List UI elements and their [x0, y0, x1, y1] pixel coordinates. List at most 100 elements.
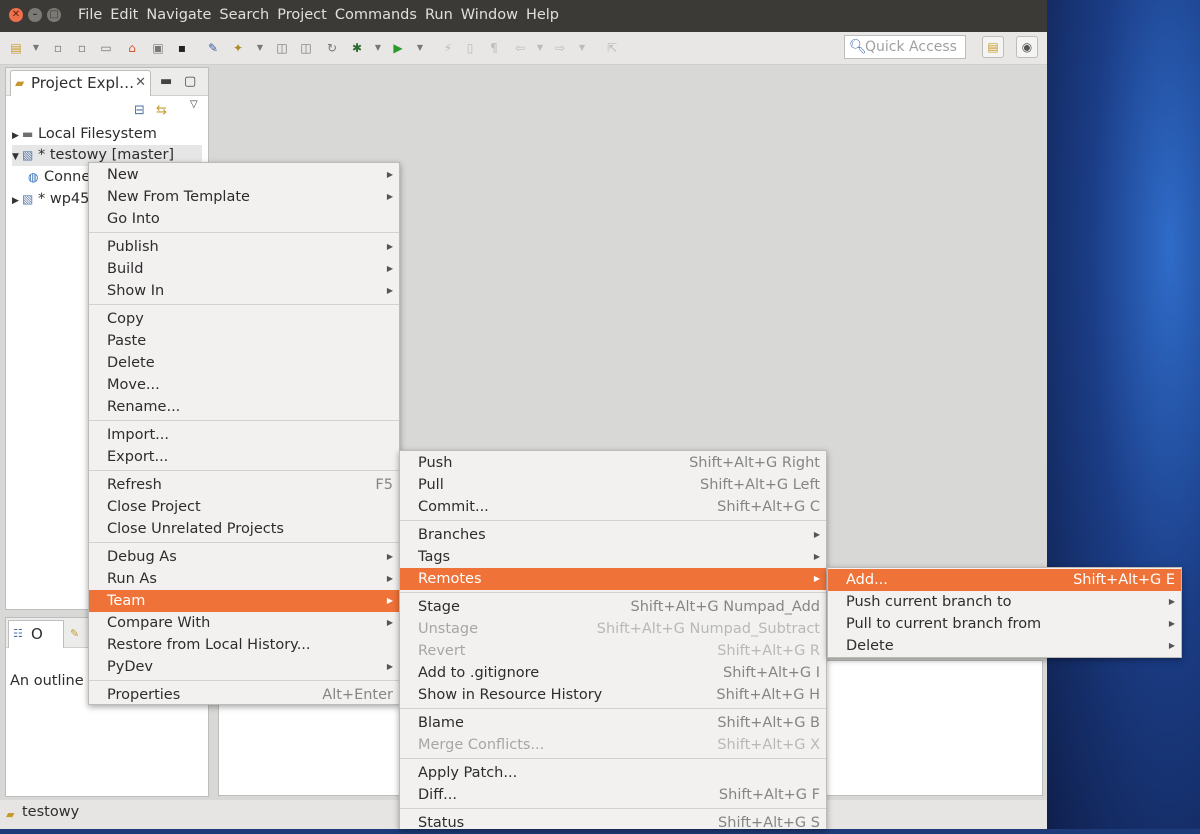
quick-access-input[interactable]: 🔍︎ Quick Access [844, 35, 966, 59]
menu-window[interactable]: Window [461, 7, 518, 23]
image-icon[interactable]: ▣ [150, 40, 166, 56]
save-all-icon[interactable]: ▫ [74, 40, 90, 56]
team-menu-item-branches[interactable]: Branches ▶ [400, 524, 826, 546]
remotes-menu-item-delete[interactable]: Delete ▶ [828, 635, 1181, 657]
menu-search[interactable]: Search [219, 7, 269, 23]
mark-icon[interactable]: ⚡ [440, 40, 456, 56]
menu-help[interactable]: Help [526, 7, 559, 23]
context-menu-item-properties[interactable]: Properties Alt+Enter [89, 684, 399, 706]
context-menu-item-close-unrelated-projects[interactable]: Close Unrelated Projects [89, 518, 399, 540]
team-menu-item-pull[interactable]: Pull Shift+Alt+G Left [400, 474, 826, 496]
collapse-arrow-icon[interactable]: ▼ [12, 147, 22, 168]
tab-outline[interactable]: ☷ O [8, 620, 64, 648]
open-perspective-icon[interactable]: ▤ [982, 36, 1004, 58]
minimize-window-button[interactable]: – [28, 8, 42, 22]
refresh-icon[interactable]: ↻ [324, 40, 340, 56]
menu-file[interactable]: File [78, 7, 102, 23]
menu-navigate[interactable]: Navigate [146, 7, 211, 23]
context-menu-item-close-project[interactable]: Close Project [89, 496, 399, 518]
team-menu-item-merge-conflicts[interactable]: Merge Conflicts... Shift+Alt+G X [400, 734, 826, 756]
close-window-button[interactable]: ✕ [9, 8, 23, 22]
team-menu-item-tags[interactable]: Tags ▶ [400, 546, 826, 568]
context-menu-item-debug-as[interactable]: Debug As ▶ [89, 546, 399, 568]
paragraph-icon[interactable]: ¶ [486, 40, 502, 56]
tool-icon[interactable]: ✦ [230, 40, 246, 56]
expand-arrow-icon[interactable]: ▶ [12, 191, 22, 212]
menu-run[interactable]: Run [425, 7, 453, 23]
tab-project-explorer[interactable]: ▰ Project Expl… ✕ [10, 70, 151, 96]
team-menu-item-revert[interactable]: Revert Shift+Alt+G R [400, 640, 826, 662]
tab-project-explorer-label: Project Expl… [31, 74, 135, 92]
close-tab-icon[interactable]: ✕ [135, 71, 146, 95]
context-menu-item-restore-from-local-history[interactable]: Restore from Local History... [89, 634, 399, 656]
menu-separator [89, 542, 399, 543]
view-menu-icon[interactable]: ▽ [190, 99, 198, 110]
context-menu-item-rename[interactable]: Rename... [89, 396, 399, 418]
menu-commands[interactable]: Commands [335, 7, 417, 23]
link-editor-icon[interactable]: ⇆ [156, 103, 167, 118]
menu-edit[interactable]: Edit [110, 7, 138, 23]
context-menu-item-publish[interactable]: Publish ▶ [89, 236, 399, 258]
tree-item[interactable]: ▶ ▬ Local Filesystem [12, 124, 157, 145]
terminal-icon[interactable]: ▪ [174, 40, 190, 56]
tree-item[interactable]: ◍ Conne [28, 167, 90, 188]
context-menu-item-paste[interactable]: Paste [89, 330, 399, 352]
remotes-menu-item-pull-to-current-branch-from[interactable]: Pull to current branch from ▶ [828, 613, 1181, 635]
team-menu-item-blame[interactable]: Blame Shift+Alt+G B [400, 712, 826, 734]
maximize-window-button[interactable]: □ [47, 8, 61, 22]
context-menu-item-run-as[interactable]: Run As ▶ [89, 568, 399, 590]
context-menu-item-move[interactable]: Move... [89, 374, 399, 396]
context-menu-item-new[interactable]: New ▶ [89, 164, 399, 186]
minimize-view-icon[interactable]: ▬ [160, 74, 172, 89]
context-menu-item-new-from-template[interactable]: New From Template ▶ [89, 186, 399, 208]
team-menu-item-apply-patch[interactable]: Apply Patch... [400, 762, 826, 784]
pin-editor-icon[interactable]: ⇱ [604, 40, 620, 56]
expand-arrow-icon[interactable]: ▶ [12, 126, 22, 147]
pin-icon[interactable]: ✎ [205, 40, 221, 56]
back-icon[interactable]: ⇦ [512, 40, 528, 56]
team-menu-item-status[interactable]: Status Shift+Alt+G S [400, 812, 826, 834]
run-dropdown-icon[interactable]: ▼ [412, 40, 428, 56]
maximize-view-icon[interactable]: ▢ [184, 74, 196, 89]
perspective-icon[interactable]: ◉ [1016, 36, 1038, 58]
back-dropdown-icon[interactable]: ▼ [532, 40, 548, 56]
tree-item[interactable]: ▶ ▧ * wp45 [12, 189, 89, 210]
context-menu-item-import[interactable]: Import... [89, 424, 399, 446]
context-menu-item-copy[interactable]: Copy [89, 308, 399, 330]
run-icon[interactable]: ▶ [390, 40, 406, 56]
team-menu-item-stage[interactable]: Stage Shift+Alt+G Numpad_Add [400, 596, 826, 618]
menu-project[interactable]: Project [277, 7, 327, 23]
tool-dropdown-icon[interactable]: ▼ [252, 40, 268, 56]
team-menu-item-unstage[interactable]: Unstage Shift+Alt+G Numpad_Subtract [400, 618, 826, 640]
context-menu-item-export[interactable]: Export... [89, 446, 399, 468]
forward-icon[interactable]: ⇨ [552, 40, 568, 56]
debug-dropdown-icon[interactable]: ▼ [370, 40, 386, 56]
home-icon[interactable]: ⌂ [124, 40, 140, 56]
team-menu-item-add-to-gitignore[interactable]: Add to .gitignore Shift+Alt+G I [400, 662, 826, 684]
sync-icon[interactable]: ◫ [274, 40, 290, 56]
team-menu-item-commit[interactable]: Commit... Shift+Alt+G C [400, 496, 826, 518]
context-menu-item-go-into[interactable]: Go Into [89, 208, 399, 230]
forward-dropdown-icon[interactable]: ▼ [574, 40, 590, 56]
team-menu-item-diff[interactable]: Diff... Shift+Alt+G F [400, 784, 826, 806]
team-menu-item-show-in-resource-history[interactable]: Show in Resource History Shift+Alt+G H [400, 684, 826, 706]
save-icon[interactable]: ▫ [50, 40, 66, 56]
archive-icon[interactable]: ◫ [298, 40, 314, 56]
new-icon[interactable]: ▤ [8, 40, 24, 56]
block-icon[interactable]: ▯ [462, 40, 478, 56]
context-menu-item-compare-with[interactable]: Compare With ▶ [89, 612, 399, 634]
team-menu-item-remotes[interactable]: Remotes ▶ [400, 568, 826, 590]
context-menu-item-refresh[interactable]: Refresh F5 [89, 474, 399, 496]
team-menu-item-push[interactable]: Push Shift+Alt+G Right [400, 452, 826, 474]
context-menu-item-show-in[interactable]: Show In ▶ [89, 280, 399, 302]
context-menu-item-build[interactable]: Build ▶ [89, 258, 399, 280]
collapse-all-icon[interactable]: ⊟ [134, 103, 145, 118]
debug-icon[interactable]: ✱ [349, 40, 365, 56]
context-menu-item-team[interactable]: Team ▶ [89, 590, 399, 612]
remotes-menu-item-add[interactable]: Add... Shift+Alt+G E [828, 569, 1181, 591]
new-dropdown-icon[interactable]: ▼ [28, 40, 44, 56]
context-menu-item-delete[interactable]: Delete [89, 352, 399, 374]
context-menu-item-pydev[interactable]: PyDev ▶ [89, 656, 399, 678]
print-icon[interactable]: ▭ [98, 40, 114, 56]
remotes-menu-item-push-current-branch-to[interactable]: Push current branch to ▶ [828, 591, 1181, 613]
